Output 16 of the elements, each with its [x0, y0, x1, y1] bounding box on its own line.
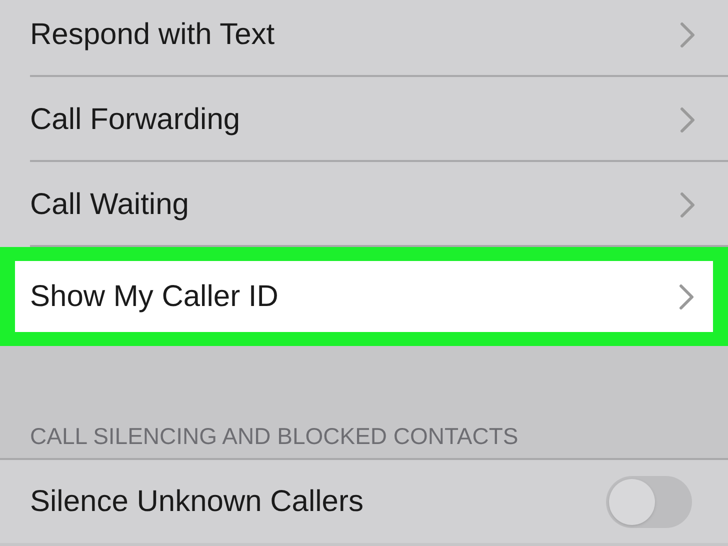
- section-header: CALL SILENCING AND BLOCKED CONTACTS: [29, 422, 520, 451]
- settings-row[interactable]: Call Forwarding: [0, 77, 728, 162]
- chevron-icon: [679, 284, 695, 310]
- settings-row[interactable]: Show My Caller ID: [15, 261, 713, 332]
- settings-row[interactable]: Respond with Text: [0, 0, 728, 77]
- settings-row[interactable]: Call Waiting: [0, 162, 728, 247]
- row-label: Call Forwarding: [30, 102, 240, 138]
- row-label: Respond with Text: [30, 17, 275, 53]
- settings-row[interactable]: Silence Unknown Callers: [0, 458, 728, 543]
- chevron-icon: [680, 106, 696, 132]
- chevron-icon: [680, 22, 696, 48]
- toggle-switch[interactable]: [606, 476, 692, 528]
- row-label: Silence Unknown Callers: [30, 484, 364, 520]
- row-label: Show My Caller ID: [30, 279, 278, 315]
- chevron-icon: [680, 192, 696, 218]
- row-label: Call Waiting: [30, 187, 189, 223]
